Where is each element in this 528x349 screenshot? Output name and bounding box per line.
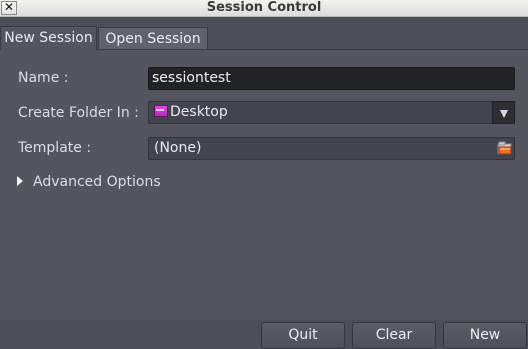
tab-new-session[interactable]: New Session — [0, 26, 97, 50]
name-label: Name : — [18, 70, 69, 86]
folder-select[interactable]: Desktop — [148, 101, 515, 124]
chevron-down-icon[interactable] — [492, 101, 515, 124]
clear-button[interactable]: Clear — [352, 322, 436, 349]
create-folder-label: Create Folder In : — [18, 105, 139, 121]
new-button[interactable]: New — [443, 322, 527, 349]
folder-icon — [154, 105, 168, 117]
title-bar: ✕ Session Control — [0, 0, 528, 17]
triangle-right-icon — [17, 176, 23, 186]
template-label: Template : — [18, 140, 92, 156]
advanced-options-expander[interactable]: Advanced Options — [17, 174, 161, 190]
open-file-icon[interactable] — [497, 141, 512, 155]
name-input[interactable]: sessiontest — [148, 67, 515, 90]
window-title: Session Control — [206, 0, 322, 15]
folder-value: Desktop — [170, 104, 228, 120]
template-value: (None) — [154, 140, 202, 156]
tab-open-session[interactable]: Open Session — [98, 27, 208, 50]
template-field[interactable]: (None) — [148, 137, 515, 160]
quit-button[interactable]: Quit — [261, 322, 345, 349]
advanced-options-label: Advanced Options — [33, 174, 161, 190]
